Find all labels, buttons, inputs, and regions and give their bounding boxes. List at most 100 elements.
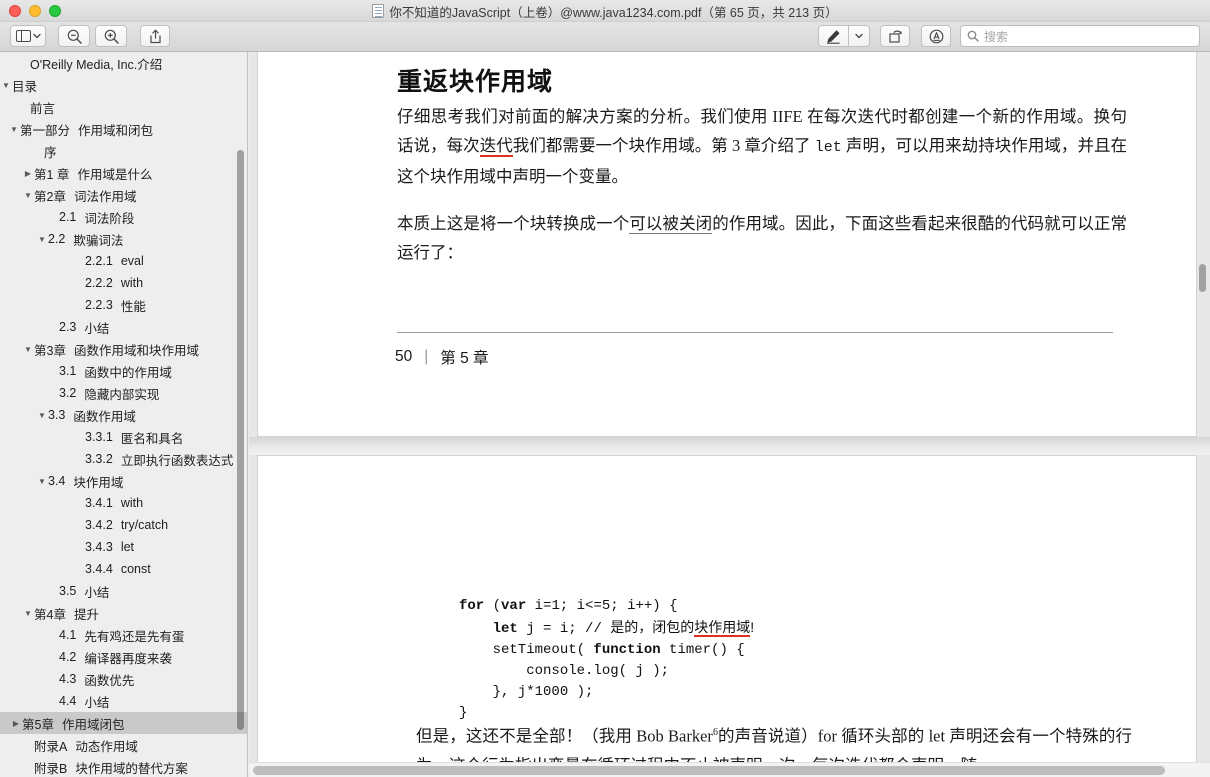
outline-item-22[interactable]: 3.4.3 let	[0, 536, 247, 558]
markup-button[interactable]	[818, 25, 848, 47]
outline-item-9[interactable]: 2.2.1 eval	[0, 250, 247, 272]
outline-item-10[interactable]: 2.2.2 with	[0, 272, 247, 294]
document-horizontal-scrollbar-thumb[interactable]	[253, 766, 1165, 775]
outline-item-20[interactable]: 3.4.1 with	[0, 492, 247, 514]
rotate-icon	[888, 29, 903, 44]
code-text: (	[484, 598, 502, 614]
sidebar-scrollbar[interactable]	[237, 150, 244, 730]
paragraph-2: 本质上这是将一个块转换成一个可以被关闭的作用域。因此，下面这些看起来很酷的代码就…	[397, 209, 1127, 267]
outline-item-18[interactable]: 3.3.2 立即执行函数表达式	[0, 448, 247, 470]
markup-options-button[interactable]	[848, 25, 870, 47]
chevron-right-icon[interactable]: ▶	[10, 719, 22, 728]
outline-item-26[interactable]: 4.1 先有鸡还是先有蛋	[0, 624, 247, 646]
outline-item-label: 小结	[84, 695, 110, 710]
outline-item-14[interactable]: 3.1 函数中的作用域	[0, 360, 247, 382]
outline-item-label: 函数优先	[84, 673, 135, 688]
rotate-button[interactable]	[880, 25, 910, 47]
outline-item-label: 提升	[73, 607, 99, 622]
zoom-button[interactable]	[49, 5, 61, 17]
outline-item-label: 先有鸡还是先有蛋	[84, 629, 185, 644]
chevron-down-icon[interactable]: ▼	[36, 235, 48, 244]
outline-item-2[interactable]: 前言	[0, 96, 247, 118]
outline-item-25[interactable]: ▼ 第4章 提升	[0, 602, 247, 624]
zoom-in-button[interactable]	[95, 25, 127, 47]
outline-item-number: 2.2.2	[85, 276, 113, 290]
chevron-down-icon[interactable]: ▼	[8, 125, 20, 134]
outline-item-label: eval	[120, 254, 144, 268]
outline-item-23[interactable]: 3.4.4 const	[0, 558, 247, 580]
outline-item-16[interactable]: ▼ 3.3 函数作用域	[0, 404, 247, 426]
outline-item-label: 函数中的作用域	[84, 365, 172, 380]
outline-item-label: 隐藏内部实现	[84, 387, 160, 402]
annotate-button[interactable]	[921, 25, 951, 47]
chevron-down-icon[interactable]: ▼	[0, 81, 12, 90]
outline-item-31[interactable]: 附录A 动态作用域	[0, 734, 247, 756]
outline-item-number: 第2章	[34, 189, 66, 204]
document-horizontal-scrollbar-track[interactable]	[249, 762, 1210, 777]
chevron-down-icon[interactable]: ▼	[36, 477, 48, 486]
outline-sidebar: O'Reilly Media, Inc.介绍 ▼ 目录 前言 ▼ 第一部分 作用域和闭包序 ▶…	[0, 52, 248, 777]
outline-item-number: 3.1	[59, 364, 77, 378]
outline-item-6[interactable]: ▼ 第2章 词法作用域	[0, 184, 247, 206]
outline-item-5[interactable]: ▶ 第1 章作用域是什么	[0, 162, 247, 184]
outline-item-15[interactable]: 3.2 隐藏内部实现	[0, 382, 247, 404]
outline-item-label: 函数作用域	[73, 409, 136, 424]
outline-item-21[interactable]: 3.4.2 try/catch	[0, 514, 247, 536]
document-view[interactable]: 重返块作用域 仔细思考我们对前面的解决方案的分析。我们使用 IIFE 在每次迭代…	[249, 52, 1210, 777]
search-field[interactable]: 搜索	[960, 25, 1200, 47]
paragraph-1-highlight: 迭代	[479, 136, 513, 157]
outline-item-label: 前言	[30, 101, 56, 116]
code-text: j = i; //	[517, 621, 611, 637]
sidebar-toggle-button[interactable]	[10, 25, 46, 47]
zoom-out-icon	[67, 29, 82, 44]
outline-item-12[interactable]: 2.3 小结	[0, 316, 247, 338]
code-text: for	[459, 598, 485, 614]
outline-item-7[interactable]: 2.1 词法阶段	[0, 206, 247, 228]
outline-item-label: with	[120, 276, 144, 290]
outline-item-label: 块作用域的替代方案	[75, 761, 188, 776]
outline-item-1[interactable]: ▼ 目录	[0, 74, 247, 96]
close-button[interactable]	[9, 5, 21, 17]
outline-item-8[interactable]: ▼ 2.2 欺骗词法	[0, 228, 247, 250]
outline-item-label: 作用域和闭包	[78, 123, 154, 138]
outline-item-0[interactable]: O'Reilly Media, Inc.介绍	[0, 52, 247, 74]
outline-item-32[interactable]: 附录B 块作用域的替代方案	[0, 756, 247, 777]
outline-item-24[interactable]: 3.5 小结	[0, 580, 247, 602]
annotate-icon	[929, 29, 944, 44]
outline-item-29[interactable]: 4.4 小结	[0, 690, 247, 712]
outline-item-number: 4.3	[59, 672, 77, 686]
zoom-out-button[interactable]	[58, 25, 90, 47]
outline-item-label: 词法作用域	[73, 189, 137, 204]
outline-item-17[interactable]: 3.3.1 匿名和具名	[0, 426, 247, 448]
outline-item-27[interactable]: 4.2 编译器再度来袭	[0, 646, 247, 668]
document-vertical-scrollbar[interactable]	[1199, 264, 1206, 292]
code-line-4: }, j*1000 );	[459, 682, 754, 703]
outline-item-label: 立即执行函数表达式	[120, 453, 234, 468]
outline-item-number: 2.2	[48, 232, 66, 246]
outline-item-11[interactable]: 2.2.3 性能	[0, 294, 247, 316]
outline-item-19[interactable]: ▼ 3.4 块作用域	[0, 470, 247, 492]
chevron-down-icon[interactable]: ▼	[22, 345, 34, 354]
code-text: timer() {	[660, 642, 745, 658]
toolbar: 搜索	[0, 22, 1210, 52]
minimize-button[interactable]	[29, 5, 41, 17]
code-text: }, j*1000 );	[459, 684, 594, 700]
share-icon	[149, 29, 162, 44]
chevron-down-icon[interactable]: ▼	[36, 411, 48, 420]
search-input[interactable]: 搜索	[984, 28, 1008, 45]
markup-pen-icon	[826, 29, 841, 44]
outline-item-28[interactable]: 4.3 函数优先	[0, 668, 247, 690]
outline-item-label: with	[120, 496, 144, 510]
outline-item-number: 3.4	[48, 474, 66, 488]
outline-item-30[interactable]: ▶ 第5章 作用域闭包	[0, 712, 247, 734]
outline-item-13[interactable]: ▼ 第3章 函数作用域和块作用域	[0, 338, 247, 360]
code-line-2: setTimeout( function timer() {	[459, 640, 754, 661]
share-button[interactable]	[140, 25, 170, 47]
chevron-down-icon[interactable]: ▼	[22, 609, 34, 618]
outline-item-4[interactable]: 序	[0, 140, 247, 162]
chevron-down-icon[interactable]: ▼	[22, 191, 34, 200]
chevron-right-icon[interactable]: ▶	[22, 169, 34, 178]
outline-item-number: 3.4.3	[85, 540, 113, 554]
outline-item-3[interactable]: ▼ 第一部分 作用域和闭包	[0, 118, 247, 140]
code-text: !	[750, 619, 755, 635]
